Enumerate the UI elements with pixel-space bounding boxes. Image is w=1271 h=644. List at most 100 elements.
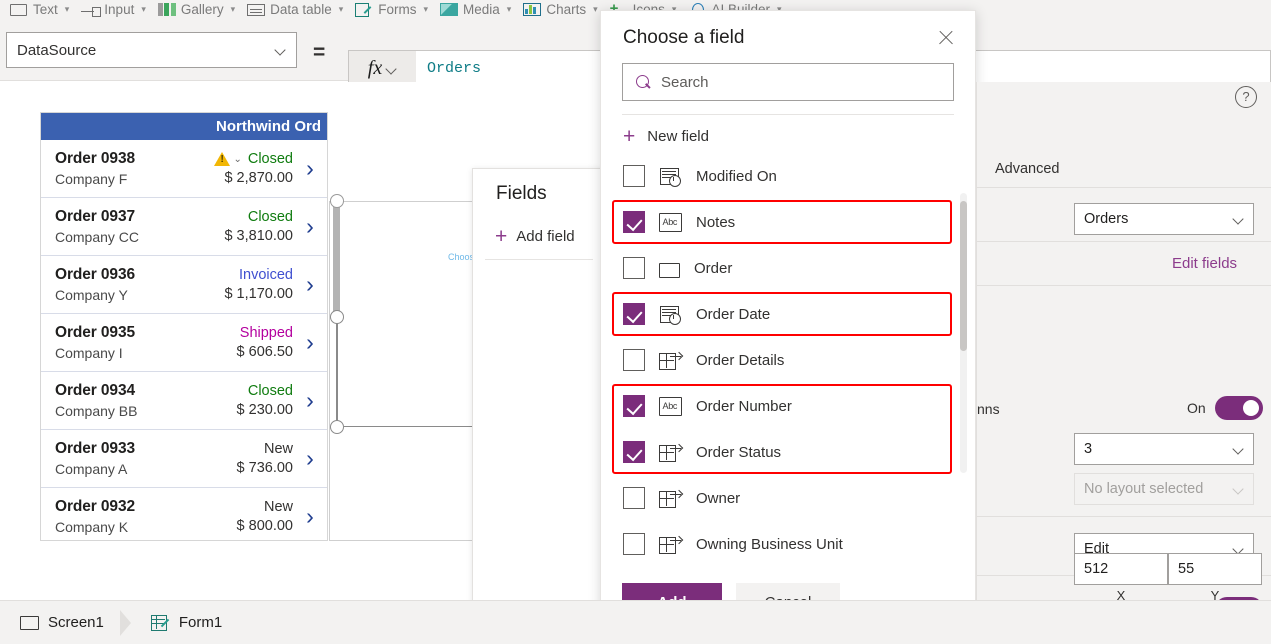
gallery-item-values: Invoiced$ 1,170.00 bbox=[224, 267, 299, 302]
chevron-right-icon[interactable]: › bbox=[299, 273, 321, 296]
resize-handle-middle[interactable] bbox=[330, 310, 344, 324]
field-checkbox[interactable] bbox=[623, 257, 645, 279]
gallery-item-company: Company I bbox=[55, 345, 135, 361]
field-checkbox[interactable] bbox=[623, 165, 645, 187]
ribbon-item-forms[interactable]: Forms ▾ bbox=[355, 2, 428, 17]
gallery-item-values: Shipped$ 606.50 bbox=[237, 325, 299, 360]
lookup-icon bbox=[659, 489, 682, 508]
field-label: Order Date bbox=[696, 306, 770, 323]
property-select[interactable]: DataSource bbox=[6, 32, 297, 68]
choose-a-field-dialog: Choose a field Search + New field Modifi… bbox=[600, 10, 976, 638]
chevron-right-icon[interactable]: › bbox=[299, 447, 321, 470]
field-label: Order Number bbox=[696, 398, 792, 415]
warning-icon[interactable]: ⌄ bbox=[214, 152, 241, 166]
ribbon-item-media[interactable]: Media ▾ bbox=[440, 2, 511, 17]
y-value: 55 bbox=[1178, 561, 1194, 577]
scrollbar-thumb[interactable] bbox=[960, 201, 967, 351]
field-list-item[interactable]: Order Status bbox=[601, 429, 975, 475]
gallery-item-text: Order 0934Company BB bbox=[55, 382, 137, 419]
field-list-item[interactable]: AbcNotes bbox=[601, 199, 975, 245]
gallery-item-amount: $ 1,170.00 bbox=[224, 286, 293, 302]
field-list-item[interactable]: Order bbox=[601, 245, 975, 291]
breadcrumb-form1[interactable]: Form1 bbox=[131, 601, 238, 644]
divider bbox=[977, 285, 1271, 286]
gallery-item[interactable]: Order 0938Company F⌄Closed$ 2,870.00› bbox=[41, 140, 327, 198]
gallery-control[interactable]: Northwind Ord Order 0938Company F⌄Closed… bbox=[40, 112, 328, 541]
ribbon-item-text[interactable]: Text ▾ bbox=[10, 2, 69, 17]
field-checkbox[interactable] bbox=[623, 349, 645, 371]
field-list-item[interactable]: Modified On bbox=[601, 153, 975, 199]
resize-handle-top[interactable] bbox=[330, 194, 344, 208]
plus-icon: + bbox=[495, 229, 507, 245]
chevron-right-icon[interactable]: › bbox=[299, 389, 321, 412]
field-checkbox[interactable] bbox=[623, 303, 645, 325]
forms-icon bbox=[355, 3, 373, 16]
ribbon-label: Media bbox=[463, 2, 500, 17]
close-icon[interactable] bbox=[935, 27, 957, 49]
warning-triangle-icon bbox=[214, 152, 230, 166]
field-checkbox[interactable] bbox=[623, 395, 645, 417]
gallery-item[interactable]: Order 0932Company KNew$ 800.00› bbox=[41, 488, 327, 541]
status-bar: Screen1 Form1 bbox=[0, 600, 1271, 644]
gallery-item-amount: $ 2,870.00 bbox=[224, 170, 293, 186]
field-list-item[interactable]: Abc Order Number bbox=[601, 383, 975, 429]
snap-columns-toggle[interactable]: On bbox=[1187, 396, 1263, 420]
edit-fields-link[interactable]: Edit fields bbox=[1172, 255, 1237, 272]
gallery-item-text: Order 0936Company Y bbox=[55, 266, 135, 303]
chevron-down-icon: ▾ bbox=[339, 4, 344, 15]
plus-icon: + bbox=[623, 129, 635, 145]
gallery-item-company: Company F bbox=[55, 171, 135, 187]
ribbon-item-gallery[interactable]: Gallery ▾ bbox=[158, 2, 235, 17]
form-label: Form1 bbox=[179, 614, 222, 631]
chevron-right-icon[interactable]: › bbox=[299, 157, 321, 180]
chevron-down-icon: ▾ bbox=[141, 4, 146, 15]
field-list-item[interactable]: Order Details bbox=[601, 337, 975, 383]
ribbon-item-data-table[interactable]: Data table ▾ bbox=[247, 2, 343, 17]
gallery-item-title: Order 0933 bbox=[55, 440, 135, 458]
y-input[interactable]: 55 bbox=[1168, 553, 1262, 585]
gallery-header: Northwind Ord bbox=[41, 113, 327, 140]
gallery-item-company: Company BB bbox=[55, 403, 137, 419]
selection-connector bbox=[344, 426, 489, 427]
data-source-select[interactable]: Orders bbox=[1074, 203, 1254, 235]
ribbon-item-charts[interactable]: Charts ▾ bbox=[523, 2, 597, 17]
new-field-button[interactable]: + New field bbox=[601, 115, 975, 145]
property-select-value: DataSource bbox=[17, 42, 96, 59]
field-list[interactable]: Modified On AbcNotesOrder Order Date Order … bbox=[601, 153, 975, 567]
chevron-right-icon[interactable]: › bbox=[299, 331, 321, 354]
add-field-button[interactable]: + Add field bbox=[473, 205, 605, 245]
gallery-item-amount: $ 3,810.00 bbox=[224, 228, 293, 244]
search-input[interactable]: Search bbox=[622, 63, 954, 101]
field-checkbox[interactable] bbox=[623, 487, 645, 509]
layout-select[interactable]: No layout selected bbox=[1074, 473, 1254, 505]
field-label: Modified On bbox=[696, 168, 777, 185]
chevron-down-icon[interactable]: ⌄ bbox=[233, 154, 241, 165]
chevron-right-icon[interactable]: › bbox=[299, 505, 321, 528]
field-checkbox[interactable] bbox=[623, 211, 645, 233]
powerapps-studio: Text ▾ Input ▾ Gallery ▾ Data table ▾ Fo… bbox=[0, 0, 1271, 644]
help-icon[interactable]: ? bbox=[1235, 86, 1257, 108]
field-checkbox[interactable] bbox=[623, 441, 645, 463]
field-list-item[interactable]: Order Date bbox=[601, 291, 975, 337]
columns-select[interactable]: 3 bbox=[1074, 433, 1254, 465]
gallery-item[interactable]: Order 0934Company BBClosed$ 230.00› bbox=[41, 372, 327, 430]
x-input[interactable]: 512 bbox=[1074, 553, 1168, 585]
form-icon bbox=[151, 615, 170, 630]
text-abc-icon: Abc bbox=[659, 397, 682, 416]
gallery-item-status: Closed bbox=[248, 383, 293, 399]
gallery-item[interactable]: Order 0936Company Y Invoiced$ 1,170.00› bbox=[41, 256, 327, 314]
breadcrumb-screen1[interactable]: Screen1 bbox=[0, 601, 120, 644]
selection-scroll-thumb[interactable] bbox=[333, 202, 340, 318]
chevron-right-icon[interactable]: › bbox=[299, 215, 321, 238]
field-list-item[interactable]: Owner bbox=[601, 475, 975, 521]
field-checkbox[interactable] bbox=[623, 533, 645, 555]
ribbon-item-input[interactable]: Input ▾ bbox=[81, 2, 146, 17]
text-abc-icon: Abc bbox=[659, 213, 682, 232]
gallery-item[interactable]: Order 0935Company IShipped$ 606.50› bbox=[41, 314, 327, 372]
field-list-item[interactable]: Owning Business Unit bbox=[601, 521, 975, 567]
toggle-switch[interactable] bbox=[1215, 396, 1263, 420]
resize-handle-bottom[interactable] bbox=[330, 420, 344, 434]
gallery-item[interactable]: Order 0933Company ANew$ 736.00› bbox=[41, 430, 327, 488]
gallery-item[interactable]: Order 0937Company CCClosed$ 3,810.00› bbox=[41, 198, 327, 256]
tab-advanced[interactable]: Advanced bbox=[995, 161, 1060, 177]
